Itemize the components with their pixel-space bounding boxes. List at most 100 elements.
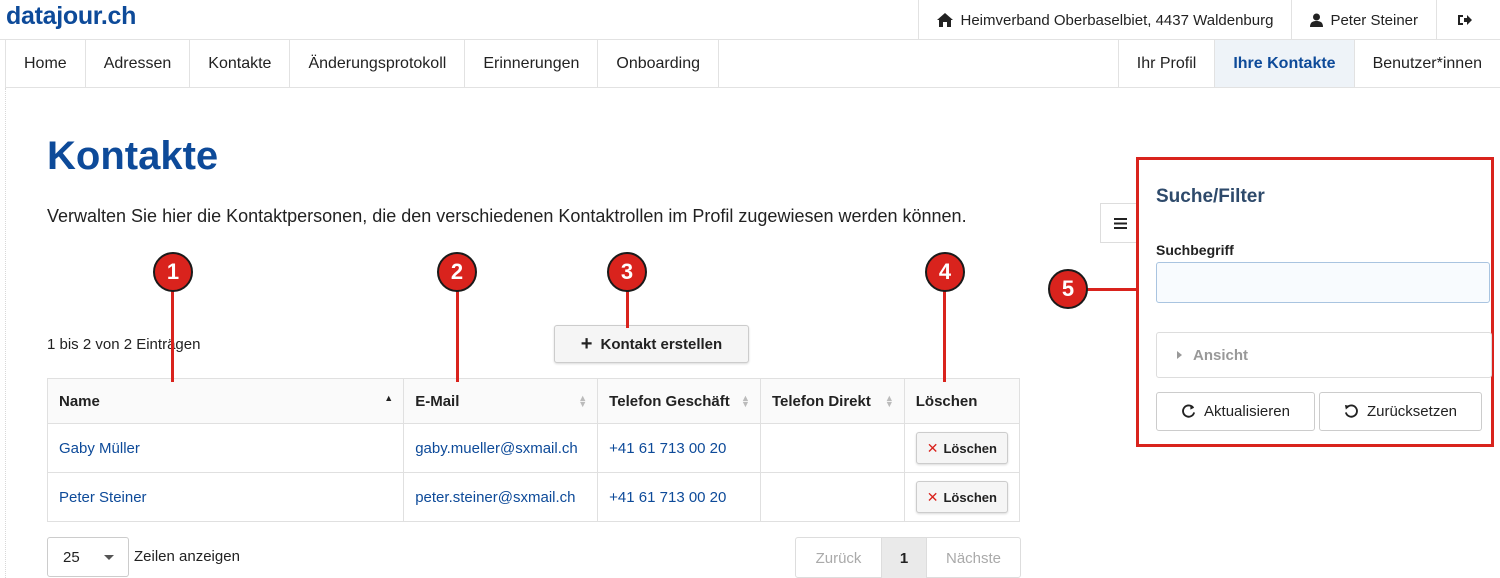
table-row: Gaby Müller gaby.mueller@sxmail.ch +41 6… <box>46 423 1021 473</box>
nav-left: Home Adressen Kontakte Änderungsprotokol… <box>6 40 720 87</box>
nav-item-aenderungsprotokoll[interactable]: Änderungsprotokoll <box>290 40 466 87</box>
chevron-down-icon <box>104 555 114 560</box>
cell-phone-direct <box>759 472 905 522</box>
organization-name: Heimverband Oberbaselbiet, 4437 Waldenbu… <box>960 11 1274 29</box>
nav-item-home[interactable]: Home <box>6 40 86 87</box>
column-header-label: Name <box>59 392 100 410</box>
pagination: Zurück 1 Nächste <box>795 537 1021 578</box>
cell-delete: ✕ Löschen <box>903 423 1021 473</box>
contacts-table: Name ▲ E-Mail ▲ ▼ Telefon Geschäft ▲ ▼ Telefo… <box>46 378 1021 522</box>
cell-name: Peter Steiner <box>46 472 405 522</box>
caret-right-icon <box>1177 351 1182 359</box>
rows-per-page-select[interactable]: 25 <box>47 537 129 577</box>
pagination-prev-button[interactable]: Zurück <box>796 538 882 578</box>
column-header-email[interactable]: E-Mail ▲ ▼ <box>403 378 599 424</box>
nav-item-erinnerungen[interactable]: Erinnerungen <box>465 40 599 87</box>
user-name: Peter Steiner <box>1330 11 1418 29</box>
filter-panel-title: Suche/Filter <box>1156 186 1265 207</box>
delete-button[interactable]: ✕ Löschen <box>915 432 1008 464</box>
contact-email-link[interactable]: peter.steiner@sxmail.ch <box>415 489 575 506</box>
delete-label: Löschen <box>943 489 997 505</box>
logo[interactable]: datajour.ch <box>6 2 136 31</box>
pagination-current-page[interactable]: 1 <box>882 538 927 578</box>
column-header-label: Telefon Geschäft <box>609 392 730 410</box>
annotation-line-3 <box>626 290 629 328</box>
rows-per-page-label: Zeilen anzeigen <box>134 548 240 565</box>
organization-link[interactable]: Heimverband Oberbaselbiet, 4437 Waldenbu… <box>918 0 1291 40</box>
logout-button[interactable] <box>1436 0 1500 40</box>
entries-info: 1 bis 2 von 2 Einträgen <box>47 336 201 353</box>
annotation-line-4 <box>943 290 946 382</box>
nav-item-onboarding[interactable]: Onboarding <box>598 40 720 87</box>
delete-button[interactable]: ✕ Löschen <box>915 481 1008 513</box>
column-header-label: Löschen <box>915 392 978 410</box>
rows-per-page-value: 25 <box>63 548 80 566</box>
refresh-button[interactable]: Aktualisieren <box>1156 392 1315 431</box>
delete-label: Löschen <box>943 440 997 456</box>
plus-icon: + <box>580 333 593 355</box>
column-header-delete: Löschen <box>903 378 1021 424</box>
contact-name-link[interactable]: Peter Steiner <box>59 489 147 506</box>
nav-item-ihre-kontakte[interactable]: Ihre Kontakte <box>1214 40 1354 87</box>
refresh-icon <box>1182 404 1196 418</box>
close-icon: ✕ <box>926 488 939 505</box>
close-icon: ✕ <box>926 439 939 456</box>
sort-icon: ▲ ▼ <box>578 393 588 409</box>
contact-name-link[interactable]: Gaby Müller <box>59 440 140 457</box>
cell-delete: ✕ Löschen <box>903 472 1021 522</box>
user-icon <box>1310 13 1324 27</box>
create-contact-button[interactable]: + Kontakt erstellen <box>554 325 749 363</box>
column-header-phone-direct[interactable]: Telefon Direkt ▲ ▼ <box>759 378 905 424</box>
contact-phone-link[interactable]: +41 61 713 00 20 <box>609 440 726 457</box>
cell-phone-business: +41 61 713 00 20 <box>597 423 761 473</box>
top-bar-right: Heimverband Oberbaselbiet, 4437 Waldenbu… <box>918 0 1500 40</box>
annotation-marker-4: 4 <box>925 252 965 292</box>
pagination-next-button[interactable]: Nächste <box>927 538 1020 578</box>
page-frame-border <box>5 88 6 578</box>
annotation-marker-2: 2 <box>437 252 477 292</box>
top-bar: datajour.ch Heimverband Oberbaselbiet, 4… <box>0 0 1500 40</box>
cell-name: Gaby Müller <box>46 423 405 473</box>
create-contact-label: Kontakt erstellen <box>600 335 723 353</box>
sort-asc-icon: ▲ <box>384 393 394 403</box>
filter-panel: Suche/Filter Suchbegriff Ansicht Aktuali… <box>1136 157 1494 447</box>
nav-item-benutzer[interactable]: Benutzer*innen <box>1353 40 1500 87</box>
nav-item-ihr-profil[interactable]: Ihr Profil <box>1117 40 1215 87</box>
nav-item-kontakte[interactable]: Kontakte <box>190 40 291 87</box>
page-title: Kontakte <box>47 134 219 178</box>
cell-phone-direct <box>759 423 905 473</box>
contact-email-link[interactable]: gaby.mueller@sxmail.ch <box>415 440 578 457</box>
sort-icon: ▲ ▼ <box>741 393 750 409</box>
column-header-label: E-Mail <box>415 392 460 410</box>
annotation-marker-5: 5 <box>1048 269 1088 309</box>
annotation-line-5 <box>1085 288 1137 291</box>
main-nav: Home Adressen Kontakte Änderungsprotokol… <box>5 40 1500 88</box>
annotation-line-2 <box>456 290 459 382</box>
annotation-line-1 <box>171 290 174 382</box>
column-header-name[interactable]: Name ▲ <box>46 378 405 424</box>
refresh-label: Aktualisieren <box>1204 403 1290 420</box>
user-menu[interactable]: Peter Steiner <box>1291 0 1436 40</box>
search-label: Suchbegriff <box>1156 242 1234 258</box>
logout-icon <box>1458 15 1472 25</box>
cell-email: gaby.mueller@sxmail.ch <box>403 423 599 473</box>
nav-right: Ihr Profil Ihre Kontakte Benutzer*innen <box>1117 40 1500 87</box>
cell-phone-business: +41 61 713 00 20 <box>597 472 761 522</box>
undo-icon <box>1344 404 1358 418</box>
table-row: Peter Steiner peter.steiner@sxmail.ch +4… <box>46 472 1021 522</box>
search-input[interactable] <box>1156 262 1490 303</box>
reset-button[interactable]: Zurücksetzen <box>1319 392 1482 431</box>
view-label: Ansicht <box>1193 346 1249 364</box>
table-header-row: Name ▲ E-Mail ▲ ▼ Telefon Geschäft ▲ ▼ Telefo… <box>46 378 1021 424</box>
sort-icon: ▲ ▼ <box>884 393 894 409</box>
page-description: Verwalten Sie hier die Kontaktpersonen, … <box>47 206 967 226</box>
column-header-label: Telefon Direkt <box>771 392 871 410</box>
annotation-marker-3: 3 <box>607 252 647 292</box>
nav-item-adressen[interactable]: Adressen <box>86 40 191 87</box>
filter-toggle-button[interactable] <box>1100 203 1140 243</box>
column-header-phone-business[interactable]: Telefon Geschäft ▲ ▼ <box>597 378 761 424</box>
home-icon <box>937 13 954 27</box>
view-accordion[interactable]: Ansicht <box>1156 332 1492 378</box>
contact-phone-link[interactable]: +41 61 713 00 20 <box>609 489 726 506</box>
cell-email: peter.steiner@sxmail.ch <box>403 472 599 522</box>
